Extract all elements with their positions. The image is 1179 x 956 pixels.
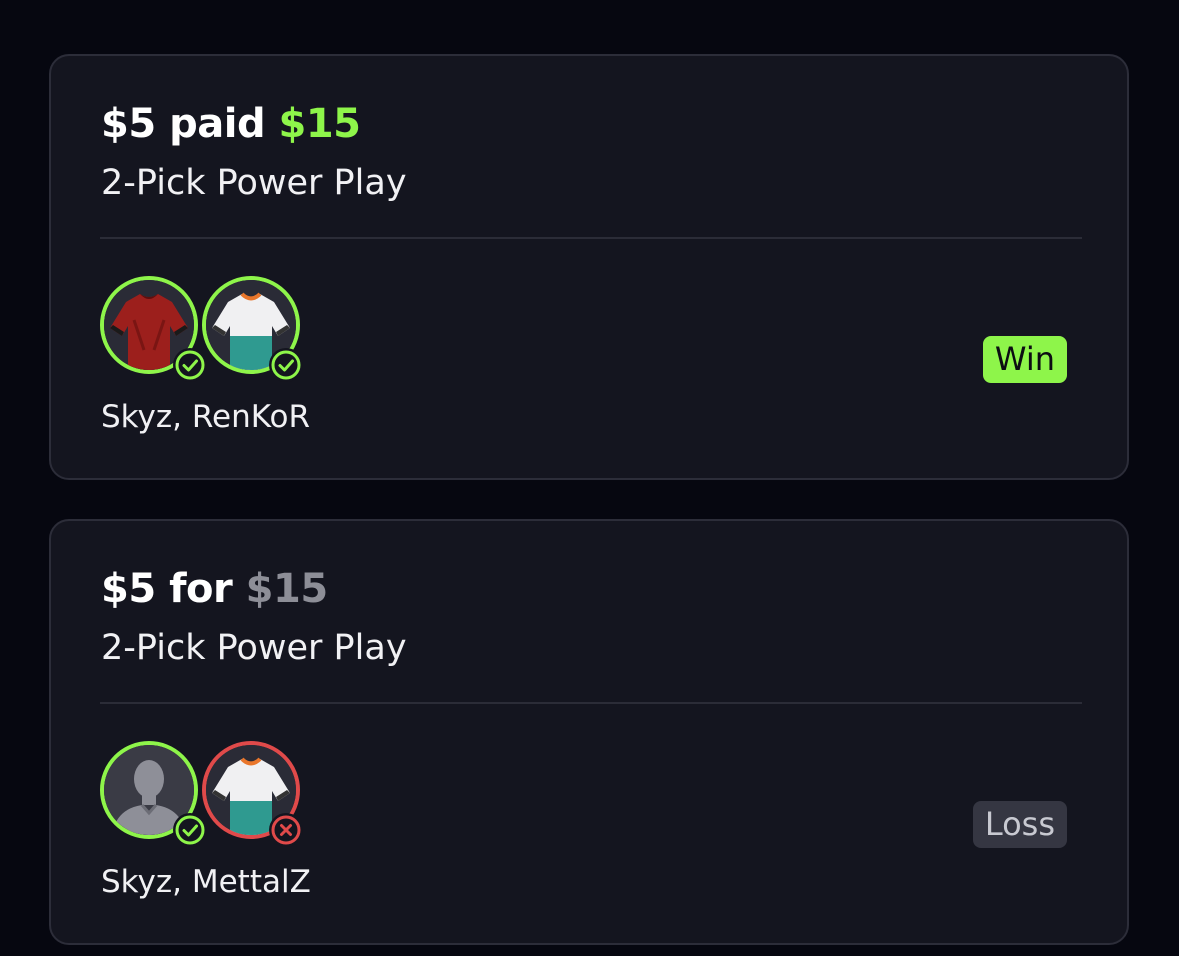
stake-amount: $5: [101, 566, 156, 612]
entry-card[interactable]: $5 for $15 2-Pick Power Play Skyz, Metta…: [49, 519, 1129, 945]
check-icon: [269, 348, 303, 382]
headline-connector: paid: [169, 101, 266, 147]
check-icon: [173, 813, 207, 847]
result-badge: Loss: [972, 801, 1067, 848]
divider: [100, 702, 1082, 704]
player-names: Skyz, RenKoR: [101, 399, 311, 435]
result-badge: Win: [982, 336, 1067, 383]
player-names: Skyz, MettalZ: [101, 864, 311, 900]
x-icon: [269, 813, 303, 847]
stake-amount: $5: [101, 101, 156, 147]
check-icon: [173, 348, 207, 382]
play-type: 2-Pick Power Play: [101, 163, 407, 203]
entry-headline: $5 for $15: [101, 563, 328, 615]
entry-headline: $5 paid $15: [101, 98, 361, 150]
entry-card[interactable]: $5 paid $15 2-Pick Power Play Skyz, RenK…: [49, 54, 1129, 480]
payout-amount: $15: [278, 101, 362, 147]
headline-connector: for: [169, 566, 233, 612]
play-type: 2-Pick Power Play: [101, 628, 407, 668]
divider: [100, 237, 1082, 239]
payout-amount: $15: [245, 566, 329, 612]
